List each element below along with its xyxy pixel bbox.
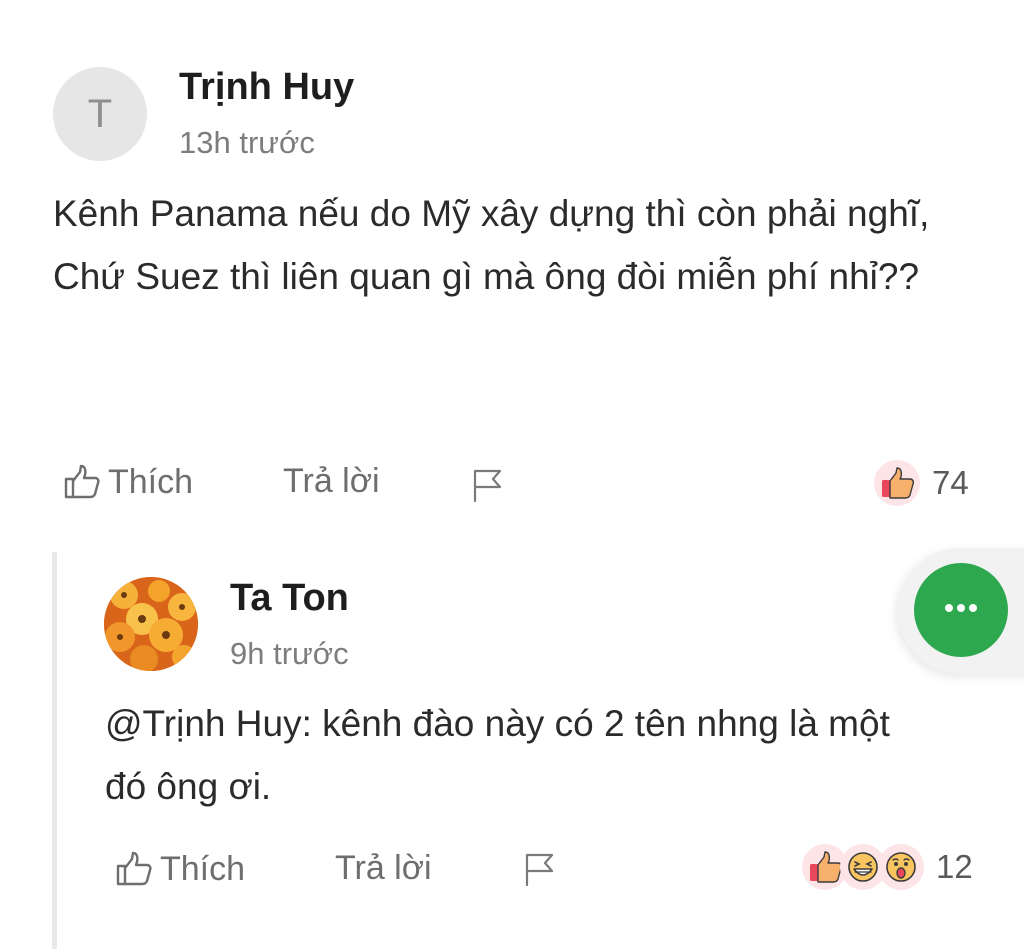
comment-author[interactable]: Trịnh Huy [179,66,354,109]
report-button[interactable] [470,468,504,502]
wow-icon [878,844,924,890]
comment-author[interactable]: Ta Ton [230,577,349,620]
like-button[interactable]: Thích [114,849,245,889]
reply-button[interactable]: Trả lời [283,462,380,501]
flag-icon [522,852,556,886]
thumbs-up-outline-icon [114,849,154,889]
reaction-summary[interactable]: 12 [802,844,973,890]
thumbs-up-outline-icon [62,462,102,502]
comment-time: 9h trước [230,636,349,671]
reaction-summary[interactable]: 74 [874,460,969,506]
more-horizontal-icon [941,601,981,619]
comment-line: @Trịnh Huy: kênh đào này có 2 tên nhng l… [105,703,890,807]
report-button[interactable] [522,852,556,886]
reaction-count: 12 [936,848,973,885]
flower-photo [104,577,198,671]
reply-label: Trả lời [283,462,380,500]
like-icon [874,460,920,506]
reply-label: Trả lời [335,849,432,887]
reply-button[interactable]: Trả lời [335,849,432,888]
comment: T Trịnh Huy 13h trước Kênh Panama nếu do… [0,0,1024,540]
reply-comment: Ta Ton 9h trước @Trịnh Huy: kênh đào này… [0,552,1024,949]
reaction-count: 74 [932,464,969,501]
like-button[interactable]: Thích [62,462,193,502]
comment-time: 13h trước [179,125,315,160]
like-label: Thích [160,849,246,888]
comment-line: Kênh Panama nếu do Mỹ xây dựng thì còn p… [53,193,930,234]
more-options-button[interactable] [914,563,1008,657]
comment-body: Kênh Panama nếu do Mỹ xây dựng thì còn p… [53,182,933,308]
avatar[interactable]: T [53,67,147,161]
flag-icon [470,468,504,502]
comment-line: Chứ Suez thì liên quan gì mà ông đòi miễ… [53,256,920,297]
avatar[interactable] [104,577,198,671]
like-label: Thích [108,462,194,501]
comment-body: @Trịnh Huy: kênh đào này có 2 tên nhng l… [105,692,905,818]
